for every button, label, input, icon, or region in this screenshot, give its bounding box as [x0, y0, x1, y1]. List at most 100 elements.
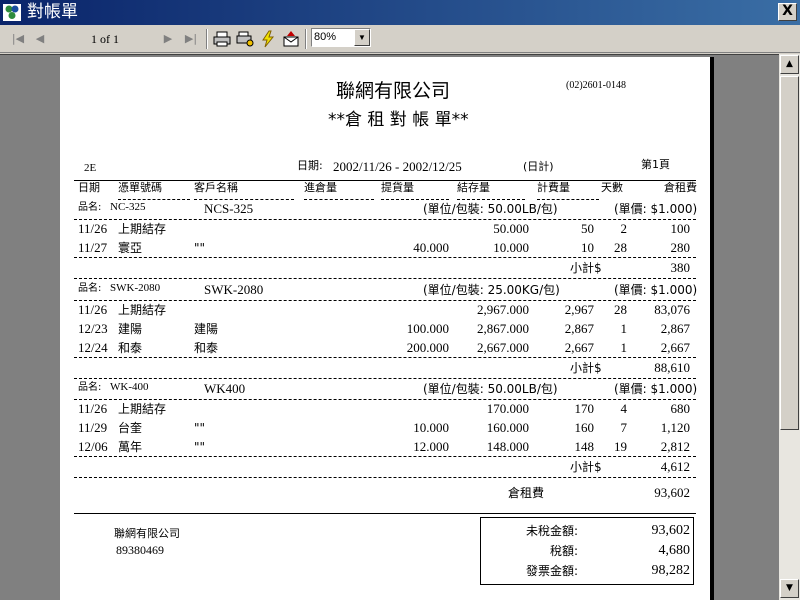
page-number: 第1頁	[641, 158, 670, 171]
unit-price: (單價: $1.000)	[614, 382, 698, 396]
product-label: 品名:	[78, 382, 102, 393]
header-underline	[457, 199, 525, 200]
row-document: 和泰	[118, 341, 143, 355]
row-date: 12/06	[78, 439, 108, 454]
title-bar: 對帳單 X	[0, 0, 800, 25]
column-header: 憑單號碼	[118, 181, 162, 194]
row-customer: ""	[194, 421, 206, 435]
column-header: 提貨量	[381, 181, 414, 194]
row-customer: 和泰	[194, 341, 219, 355]
scroll-thumb[interactable]	[780, 76, 799, 430]
summary-label: 發票金額:	[525, 564, 578, 578]
group-divider	[74, 219, 696, 220]
row-date: 12/24	[78, 340, 108, 355]
product-code: NC-325	[110, 201, 146, 213]
product-name: SWK-2080	[204, 282, 264, 297]
rent-label: 倉租費	[508, 486, 545, 500]
subtotal-value: 380	[670, 260, 691, 275]
print-setup-icon[interactable]	[236, 30, 254, 48]
row-out: 40.000	[413, 240, 449, 255]
prev-page-icon[interactable]: ◀	[32, 31, 48, 47]
row-fee: 1,120	[660, 420, 690, 435]
row-fee: 100	[670, 221, 691, 236]
scroll-up-icon[interactable]: ▲	[780, 55, 799, 74]
group-end-divider	[74, 278, 696, 279]
group-end-divider	[74, 477, 696, 478]
first-page-icon[interactable]: |◀	[10, 31, 26, 47]
zoom-value: 80%	[314, 31, 337, 43]
export-icon[interactable]	[282, 30, 300, 48]
next-page-icon[interactable]: ▶	[160, 31, 176, 47]
column-header: 結存量	[457, 181, 490, 194]
column-header: 計費量	[537, 181, 570, 194]
row-document: 萬年	[118, 440, 143, 454]
footer-company: 聯網有限公司	[114, 527, 180, 540]
group-end-divider	[74, 378, 696, 379]
chevron-down-icon[interactable]: ▼	[354, 29, 370, 46]
company-phone: (02)2601-0148	[566, 80, 626, 91]
group-divider	[74, 399, 696, 400]
subtotal-label: 小計$	[570, 460, 602, 474]
row-document: 上期結存	[118, 402, 167, 416]
row-customer: ""	[194, 241, 206, 255]
row-date: 11/27	[78, 240, 108, 255]
row-customer: ""	[194, 440, 206, 454]
subtotal-divider	[74, 456, 696, 457]
row-out: 200.000	[406, 340, 449, 355]
row-fee: 280	[670, 240, 691, 255]
footer-tax-id: 89380469	[116, 543, 164, 557]
group-divider	[74, 300, 696, 301]
company-name: 聯網有限公司	[336, 80, 451, 102]
row-fee: 2,812	[660, 439, 690, 454]
row-document: 台奎	[118, 421, 143, 435]
report-page: 聯網有限公司 (02)2601-0148 **倉 租 對 帳 單** 2E 日期…	[60, 57, 714, 600]
subtotal-value: 88,610	[654, 360, 690, 375]
app-icon	[3, 4, 21, 21]
row-fee: 2,667	[660, 340, 690, 355]
unit-spec: (單位/包裝: 50.00LB/包)	[423, 202, 558, 216]
row-document: 寰亞	[118, 241, 143, 255]
report-viewer: 聯網有限公司 (02)2601-0148 **倉 租 對 帳 單** 2E 日期…	[0, 54, 779, 600]
subtotal-value: 4,612	[660, 459, 690, 474]
footer-rule	[74, 513, 696, 514]
date-label: 日期:	[297, 159, 323, 172]
report-code: 2E	[84, 162, 97, 174]
lightning-icon[interactable]	[259, 30, 277, 48]
product-code: SWK-2080	[110, 282, 161, 294]
unit-spec: (單位/包裝: 50.00LB/包)	[423, 382, 558, 396]
unit-spec: (單位/包裝: 25.00KG/包)	[423, 283, 560, 297]
subtotal-divider	[74, 357, 696, 358]
row-document: 上期結存	[118, 303, 167, 317]
column-header: 天數	[601, 181, 623, 194]
date-range: 2002/11/26 - 2002/12/25	[333, 159, 462, 174]
column-header: 進倉量	[304, 181, 337, 194]
last-page-icon[interactable]: ▶|	[183, 31, 199, 47]
column-header: 客戶名稱	[194, 181, 238, 194]
report-title: **倉 租 對 帳 單**	[328, 110, 469, 130]
print-icon[interactable]	[213, 30, 231, 48]
close-button[interactable]: X	[778, 3, 797, 21]
toolbar-separator	[206, 29, 208, 49]
row-out: 12.000	[413, 439, 449, 454]
column-header: 日期	[78, 181, 100, 194]
row-fee: 83,076	[654, 302, 690, 317]
zoom-select[interactable]: 80% ▼	[311, 28, 371, 47]
summary-value: 4,680	[658, 543, 691, 558]
date-type: (日計)	[523, 160, 554, 173]
vertical-scrollbar[interactable]: ▲ ▼	[779, 54, 800, 600]
summary-value: 98,282	[651, 563, 691, 578]
toolbar: |◀ ◀ 1 of 1 ▶ ▶|	[0, 25, 800, 53]
row-date: 11/26	[78, 221, 108, 236]
row-fee: 2,867	[660, 321, 690, 336]
row-date: 11/29	[78, 420, 108, 435]
header-underline	[194, 199, 294, 200]
product-label: 品名:	[78, 202, 102, 213]
scroll-down-icon[interactable]: ▼	[780, 579, 799, 598]
row-document: 上期結存	[118, 222, 167, 236]
summary-label: 未稅金額:	[525, 524, 578, 538]
row-document: 建陽	[118, 322, 143, 336]
window-title: 對帳單	[27, 2, 78, 22]
row-out: 10.000	[413, 420, 449, 435]
product-code: WK-400	[110, 381, 149, 393]
unit-price: (單價: $1.000)	[614, 202, 698, 216]
